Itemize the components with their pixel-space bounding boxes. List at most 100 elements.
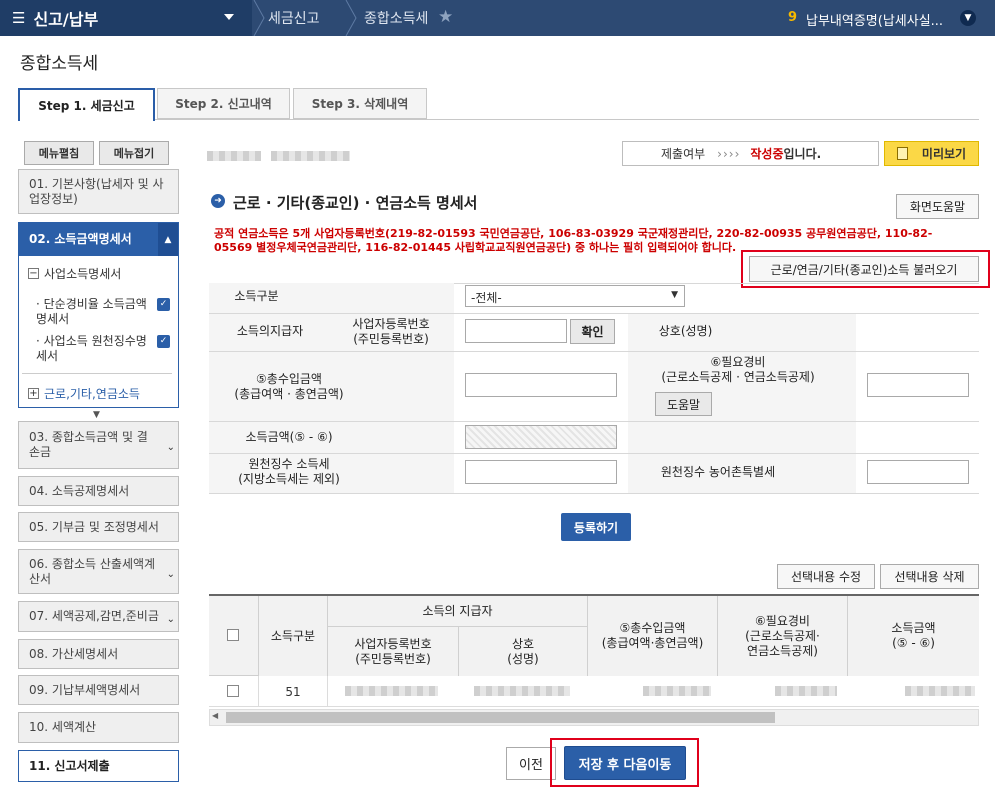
income-amount-label: 소득금액(⑤ - ⑥) xyxy=(245,430,333,444)
arrow-down-icon: ▼ xyxy=(93,410,100,420)
page-title: 종합소득세 xyxy=(20,54,99,74)
sidebar-item-label: 07. 세액공제,감면,준비금 xyxy=(29,609,159,623)
delete-selected-button[interactable]: 선택내용 삭제 xyxy=(880,564,979,589)
col-total-income: ⑤총수입금액 (총급여액·총연금액) xyxy=(588,596,718,676)
expand-all-button[interactable]: 메뉴펼침 xyxy=(24,141,94,165)
submenu-item-withholding[interactable]: · 사업소득 원천징수명세서 xyxy=(36,334,154,364)
income-amount-readonly xyxy=(465,425,617,449)
collapse-minus-icon: − xyxy=(28,268,39,279)
tab-step1[interactable]: Step 1. 세금신고 xyxy=(18,88,155,121)
breadcrumb-tax-filing[interactable]: 세금신고 xyxy=(268,0,320,36)
row-income-type: 51 xyxy=(258,676,328,707)
chevron-up-icon[interactable]: ▲ xyxy=(158,223,178,258)
expand-plus-icon: + xyxy=(28,388,39,399)
col-label: 소득의 지급자 xyxy=(422,603,493,618)
income-type-label: 소득구분 xyxy=(234,289,279,303)
submission-status: 제출여부 ›››› 작성중 입니다. xyxy=(622,141,879,166)
sidebar-item-tax-credit[interactable]: 07. 세액공제,감면,준비금 ⌄ xyxy=(18,601,179,632)
expense-input[interactable] xyxy=(867,373,969,397)
sidebar-item-label: 05. 기부금 및 조정명세서 xyxy=(29,519,159,534)
status-state: 작성중 xyxy=(750,147,784,161)
sidebar-item-deduction[interactable]: 04. 소득공제명세서 xyxy=(18,476,179,506)
sidebar-item-prepaid-tax[interactable]: 09. 기납부세액명세서 xyxy=(18,675,179,705)
col-label: 소득구분 xyxy=(270,628,316,643)
sidebar-item-tax-calc-statement[interactable]: 06. 종합소득 산출세액계산서 ⌄ xyxy=(18,549,179,594)
form-border xyxy=(209,493,979,494)
select-all-checkbox[interactable] xyxy=(227,629,239,644)
collapse-all-button[interactable]: 메뉴접기 xyxy=(99,141,169,165)
bizno-input[interactable] xyxy=(465,319,567,343)
row-checkbox[interactable] xyxy=(227,685,239,700)
redacted-text xyxy=(207,151,261,161)
edit-selected-button[interactable]: 선택내용 수정 xyxy=(777,564,875,589)
breadcrumb-separator-icon xyxy=(345,0,357,36)
redacted-text xyxy=(775,686,837,696)
col-name: 상호 (성명) xyxy=(459,627,588,676)
col-label: ⑥필요경비 (근로소득공제· 연금소득공제) xyxy=(745,613,820,658)
expense-help-button[interactable]: 도움말 xyxy=(655,392,712,416)
submenu-item-label: 단순경비율 소득금액명세서 xyxy=(36,297,147,326)
sidebar-item-tax-computation[interactable]: 10. 세액계산 xyxy=(18,712,179,743)
tab-step2[interactable]: Step 2. 신고내역 xyxy=(157,88,290,119)
col-income-type: 소득구분 xyxy=(258,596,328,676)
form-border xyxy=(209,421,979,422)
sidebar-item-label: 10. 세액계산 xyxy=(29,720,97,734)
preview-label: 미리보기 xyxy=(921,147,967,161)
arrow-right-circle-icon: ➜ xyxy=(211,194,225,208)
hamburger-icon: ☰ xyxy=(12,9,26,27)
scrollbar-thumb[interactable] xyxy=(226,712,775,723)
sidebar-item-donation[interactable]: 05. 기부금 및 조정명세서 xyxy=(18,512,179,542)
load-income-button[interactable]: 근로/연금/기타(종교인)소득 불러오기 xyxy=(749,256,979,282)
document-icon xyxy=(896,147,908,160)
submenu-item-simple-expense[interactable]: · 단순경비율 소득금액명세서 xyxy=(36,297,154,327)
col-expense: ⑥필요경비 (근로소득공제· 연금소득공제) xyxy=(718,596,848,676)
submenu-header[interactable]: − 사업소득명세서 xyxy=(28,265,121,282)
sidebar-item-basic-info[interactable]: 01. 기본사항(납세자 및 사업장정보) xyxy=(18,169,179,214)
col-payer-group: 소득의 지급자 xyxy=(328,596,588,627)
sidebar-item-label: 06. 종합소득 산출세액계산서 xyxy=(29,556,156,586)
dropdown-arrow-icon: ▼ xyxy=(671,290,678,300)
rural-tax-input[interactable] xyxy=(867,460,969,484)
main-menu-button[interactable]: ☰ 신고/납부 xyxy=(0,0,252,36)
previous-button[interactable]: 이전 xyxy=(506,747,556,780)
notice-ticker[interactable]: 납부내역증명(납세사실... xyxy=(806,10,958,29)
redacted-text xyxy=(905,686,975,696)
redacted-text xyxy=(345,686,438,696)
cell-value: 51 xyxy=(285,684,301,699)
submenu-item-labor-other-pension[interactable]: + 근로,기타,연금소득 xyxy=(28,385,140,402)
save-and-next-button[interactable]: 저장 후 다음이동 xyxy=(564,746,686,780)
preview-button[interactable]: 미리보기 xyxy=(884,141,979,166)
withholding-tax-input[interactable] xyxy=(465,460,617,484)
expense-label: ⑥필요경비 (근로소득공제 · 연금소득공제) xyxy=(661,355,815,384)
income-type-value: -전체- xyxy=(471,291,502,305)
favorite-star-icon[interactable]: ★ xyxy=(438,7,453,27)
screen-help-button[interactable]: 화면도움말 xyxy=(896,194,979,219)
checkmark-icon: ✓ xyxy=(157,335,170,348)
scroll-left-icon[interactable]: ◀ xyxy=(212,711,218,720)
sidebar-item-label: 09. 기납부세액명세서 xyxy=(29,682,141,697)
confirm-button[interactable]: 확인 xyxy=(570,319,615,344)
redacted-text xyxy=(271,151,350,161)
submenu-footer-label: 근로,기타,연금소득 xyxy=(44,387,140,401)
sidebar-item-submit[interactable]: 11. 신고서제출 xyxy=(18,750,179,782)
chevron-down-icon[interactable]: ▼ xyxy=(960,10,976,26)
chevron-down-icon: ⌄ xyxy=(166,442,175,453)
income-type-select[interactable]: -전체- ▼ xyxy=(465,285,685,307)
tab-step3[interactable]: Step 3. 삭제내역 xyxy=(293,88,427,119)
sidebar-item-additional-tax[interactable]: 08. 가산세명세서 xyxy=(18,639,179,669)
form-border xyxy=(209,313,979,314)
section-title: 근로 · 기타(종교인) · 연금소득 명세서 xyxy=(233,194,478,212)
breadcrumb-comprehensive-income-tax[interactable]: 종합소득세 xyxy=(364,0,428,36)
status-label: 제출여부 xyxy=(661,147,706,161)
register-button[interactable]: 등록하기 xyxy=(561,513,631,541)
bizno-label: 사업자등록번호 (주민등록번호) xyxy=(352,317,430,346)
chevron-down-icon: ⌄ xyxy=(166,568,175,580)
notice-count: 9 xyxy=(788,10,798,25)
sidebar-item-income-statement[interactable]: 02. 소득금액명세서 ▲ xyxy=(18,222,179,258)
company-name-label: 상호(성명) xyxy=(658,324,713,338)
total-income-input[interactable] xyxy=(465,373,617,397)
submenu-item-label: 사업소득 원천징수명세서 xyxy=(36,334,147,363)
sidebar-item-comprehensive-income[interactable]: 03. 종합소득금액 및 결손금 ⌄ xyxy=(18,421,179,469)
form-border xyxy=(209,351,979,352)
menu-title: 신고/납부 xyxy=(33,10,99,29)
